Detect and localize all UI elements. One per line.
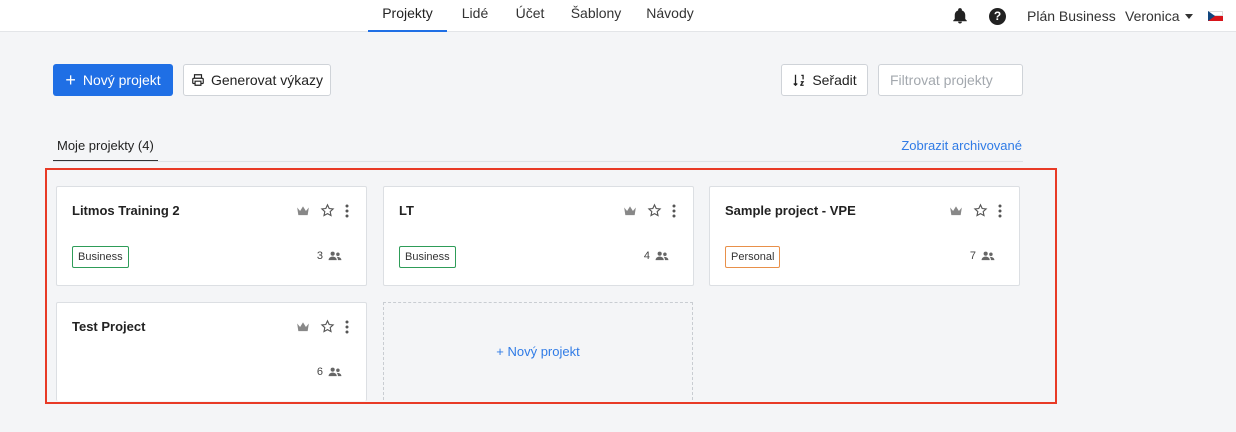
sort-icon [793, 74, 805, 87]
czech-flag-icon[interactable] [1208, 11, 1223, 21]
plan-label[interactable]: Plán Business [1027, 8, 1116, 24]
bell-icon[interactable] [951, 7, 969, 25]
notifications-button[interactable] [951, 0, 969, 32]
nav-tab-ucet[interactable]: Účet [509, 0, 551, 32]
printer-icon [192, 74, 204, 86]
nav-tab-sablony[interactable]: Šablony [567, 0, 625, 32]
chevron-down-icon[interactable] [1185, 13, 1194, 19]
new-project-button[interactable]: + Nový projekt [53, 64, 173, 96]
show-archived-link[interactable]: Zobrazit archivované [901, 138, 1022, 153]
nav-tab-navody[interactable]: Návody [641, 0, 699, 32]
filter-projects-input[interactable] [878, 64, 1023, 96]
generate-reports-button[interactable]: Generovat výkazy [183, 64, 331, 96]
user-name[interactable]: Veronica [1125, 8, 1179, 24]
help-icon[interactable]: ? [989, 7, 1006, 25]
help-button[interactable]: ? [989, 0, 1006, 32]
highlight-frame [45, 168, 1057, 404]
sort-label: Seřadit [812, 72, 857, 88]
sort-button[interactable]: Seřadit [781, 64, 868, 96]
language-switcher[interactable] [1208, 0, 1223, 32]
nav-tab-projekty[interactable]: Projekty [368, 0, 447, 32]
top-nav: Projekty Lidé Účet Šablony Návody ? Plán… [0, 0, 1236, 32]
tab-my-projects[interactable]: Moje projekty (4) [53, 136, 158, 162]
new-project-label: Nový projekt [82, 72, 161, 88]
tabs-divider [53, 161, 1023, 162]
nav-tab-lide[interactable]: Lidé [455, 0, 495, 32]
plan-link[interactable]: Plán Business [1027, 0, 1116, 32]
user-menu[interactable]: Veronica [1125, 0, 1194, 32]
generate-reports-label: Generovat výkazy [210, 72, 324, 88]
plus-icon: + [65, 70, 76, 90]
